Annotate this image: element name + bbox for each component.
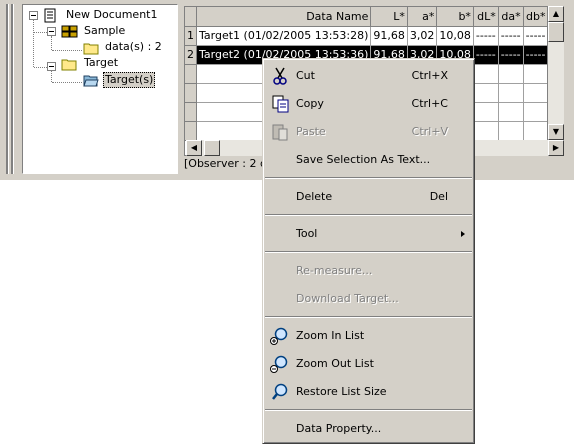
menu-item-label: Re-measure... [296, 264, 373, 277]
menu-item-shortcut: Ctrl+X [411, 69, 448, 82]
menu-item-label: Restore List Size [296, 385, 387, 398]
menu-item-label: Copy [296, 97, 324, 110]
menu-item-save-selection[interactable]: Save Selection As Text... [265, 149, 472, 171]
open-folder-icon [83, 75, 99, 87]
document-tree[interactable]: New Document1 Sample data(s) : 2 Target … [22, 4, 178, 174]
menu-item-tool[interactable]: Tool [265, 223, 472, 245]
menu-item-label: Paste [296, 125, 326, 138]
cell-l[interactable]: 91,68 [370, 26, 408, 46]
column-header[interactable]: a* [407, 7, 438, 27]
menu-item-paste[interactable]: Paste Ctrl+V [265, 121, 472, 143]
menu-item-shortcut: Del [429, 190, 448, 203]
context-menu[interactable]: Cut Ctrl+X Copy Ctrl+C Paste Ctrl+V Save… [262, 58, 475, 444]
menu-item-copy[interactable]: Copy Ctrl+C [265, 93, 472, 115]
tree-sample-label[interactable]: Sample [84, 24, 125, 38]
cell-b[interactable]: 10,08 [436, 26, 474, 46]
column-header[interactable]: da* [498, 7, 524, 27]
sample-group-icon [61, 25, 78, 38]
menu-separator [265, 316, 472, 318]
scroll-left-icon[interactable]: ◀ [186, 140, 202, 156]
status-bar-text: [Observer : 2 de [184, 156, 264, 172]
horizontal-scroll-thumb[interactable] [204, 140, 220, 156]
cell-data-name[interactable]: Target1 (01/02/2005 13:53:28) [196, 26, 372, 46]
collapse-root-toggle[interactable] [29, 11, 38, 20]
menu-item-label: Data Property... [296, 422, 382, 435]
cell-db[interactable]: ----- [523, 26, 547, 46]
row-number[interactable]: 1 [185, 26, 197, 46]
collapse-target-toggle[interactable] [47, 62, 56, 71]
tree-target-children-label[interactable]: Target(s) [103, 72, 156, 88]
magnifier-icon [272, 383, 288, 400]
menu-item-label: Cut [296, 69, 315, 82]
menu-item-download-target[interactable]: Download Target... [265, 288, 472, 310]
column-header[interactable]: db* [523, 7, 547, 27]
menu-item-restore-list-size[interactable]: Restore List Size [265, 381, 472, 403]
menu-separator [265, 177, 472, 179]
column-header[interactable]: dL* [473, 7, 499, 27]
copy-icon [272, 95, 289, 113]
tree-root-label[interactable]: New Document1 [66, 8, 157, 22]
scroll-right-icon[interactable]: ▶ [548, 140, 564, 156]
cell-dl[interactable]: ----- [473, 45, 499, 65]
zoom-in-icon [270, 327, 288, 345]
column-header[interactable]: b* [436, 7, 474, 27]
folder-icon [61, 59, 77, 71]
paste-icon [272, 124, 288, 141]
menu-item-label: Delete [296, 190, 333, 203]
scroll-down-icon[interactable]: ▼ [548, 124, 564, 140]
menu-item-delete[interactable]: Delete Del [265, 186, 472, 208]
corner-header [185, 7, 197, 27]
scissors-icon [273, 67, 287, 85]
grid-header-row: Data Name L* a* b* dL* da* db* [185, 7, 547, 27]
menu-item-zoom-in[interactable]: Zoom In List [265, 325, 472, 347]
cell-da[interactable]: ----- [498, 45, 524, 65]
column-header[interactable]: L* [370, 7, 408, 27]
document-icon [44, 8, 56, 23]
menu-item-zoom-out[interactable]: Zoom Out List [265, 353, 472, 375]
row-number[interactable]: 2 [185, 45, 197, 65]
collapse-sample-toggle[interactable] [47, 27, 56, 36]
menu-separator [265, 214, 472, 216]
menu-separator [265, 409, 472, 411]
folder-icon [83, 43, 99, 55]
splitter-grip[interactable] [4, 4, 18, 174]
submenu-arrow-icon [461, 231, 465, 237]
vertical-scrollbar[interactable]: ▲ ▼ ▶ [548, 6, 564, 156]
menu-item-data-property[interactable]: Data Property... [265, 418, 472, 440]
menu-item-remeasure[interactable]: Re-measure... [265, 260, 472, 282]
menu-item-label: Tool [296, 227, 318, 240]
menu-item-shortcut: Ctrl+C [411, 97, 448, 110]
menu-item-label: Zoom In List [296, 329, 365, 342]
menu-item-label: Save Selection As Text... [296, 153, 431, 166]
tree-target-label[interactable]: Target [84, 56, 118, 70]
cell-da[interactable]: ----- [498, 26, 524, 46]
scroll-thumb[interactable] [548, 22, 564, 42]
menu-item-label: Zoom Out List [296, 357, 374, 370]
menu-item-shortcut: Ctrl+V [411, 125, 448, 138]
tree-sample-data-label[interactable]: data(s) : 2 [105, 40, 162, 54]
column-header[interactable]: Data Name [196, 7, 372, 27]
cell-db[interactable]: ----- [523, 45, 547, 65]
menu-item-cut[interactable]: Cut Ctrl+X [265, 65, 472, 87]
zoom-out-icon [270, 355, 288, 373]
cell-a[interactable]: 3,02 [407, 26, 438, 46]
menu-item-label: Download Target... [296, 292, 399, 305]
menu-separator [265, 251, 472, 253]
scroll-up-icon[interactable]: ▲ [548, 6, 564, 22]
table-row[interactable]: 1 Target1 (01/02/2005 13:53:28) 91,68 3,… [185, 26, 547, 46]
cell-dl[interactable]: ----- [473, 26, 499, 46]
window-edge [566, 0, 574, 180]
